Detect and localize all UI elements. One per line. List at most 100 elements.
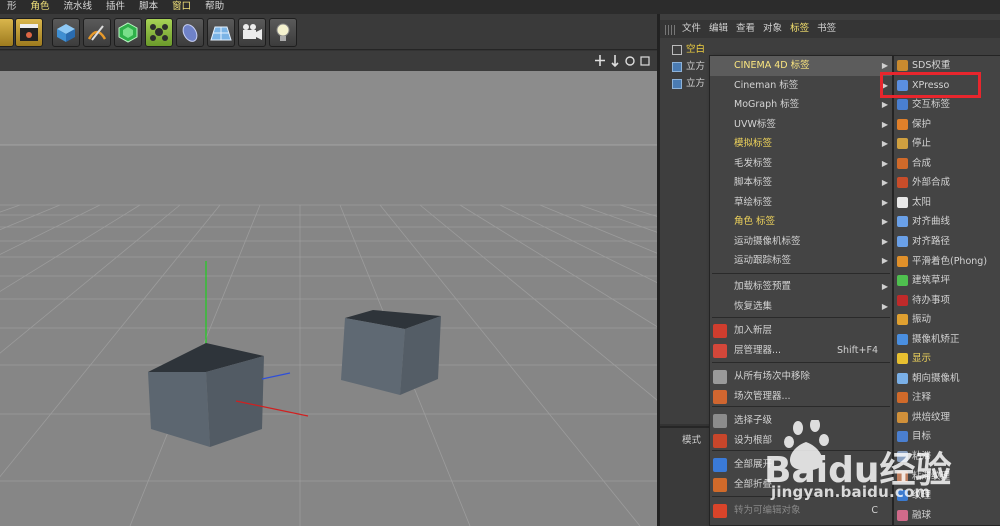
context-menu-item-label: 从所有场次中移除	[734, 371, 811, 382]
context-menu-item[interactable]: 运动跟踪标签 ▶	[710, 251, 892, 271]
camera-calibration-icon	[897, 333, 908, 345]
context-menu-item[interactable]: 模拟标签 ▶	[710, 134, 892, 154]
context-menu-item[interactable]: 从所有场次中移除	[710, 367, 892, 387]
tree-item-cube-1[interactable]: 立方	[672, 58, 705, 76]
context-menu-item[interactable]: UVW标签 ▶	[710, 115, 892, 135]
cube-icon	[57, 24, 75, 42]
om-menu-tags[interactable]: 标签	[786, 20, 813, 38]
submenu-item[interactable]: 朝向摄像机	[894, 369, 1000, 389]
submenu-item[interactable]: 交互标签	[894, 95, 1000, 115]
menu-item-script[interactable]: 脚本	[132, 0, 165, 14]
submenu-item-label: 对齐曲线	[912, 216, 951, 228]
tree-item-null[interactable]: 空白	[672, 41, 705, 59]
context-menu-item[interactable]: 运动摄像机标签 ▶	[710, 232, 892, 252]
context-menu-item[interactable]: 层管理器... Shift+F4	[710, 341, 892, 361]
submenu-item[interactable]: 待办事项	[894, 291, 1000, 311]
context-menu-item-label: 草绘标签	[734, 196, 773, 208]
mograph-cloner-button[interactable]	[145, 18, 173, 47]
tree-item-label: 立方	[686, 61, 706, 72]
move-view-icon[interactable]	[594, 54, 606, 67]
context-menu-item[interactable]: 角色 标签 ▶	[710, 212, 892, 232]
submenu-item[interactable]: 平滑着色(Phong)	[894, 252, 1000, 272]
context-menu-item[interactable]: 脚本标签 ▶	[710, 173, 892, 193]
submenu-item[interactable]: 注释	[894, 388, 1000, 408]
om-menu-view[interactable]: 查看	[732, 20, 759, 38]
sun-icon	[897, 196, 908, 208]
context-menu-item[interactable]: 加入新层	[710, 321, 892, 341]
maximize-view-icon[interactable]	[639, 54, 651, 67]
rotate-view-icon[interactable]	[624, 54, 636, 67]
context-menu-item[interactable]: 恢复选集 ▶	[710, 297, 892, 317]
layer-manager-icon	[713, 343, 727, 358]
context-menu-item[interactable]: 场次管理器...	[710, 387, 892, 407]
menu-item-shape[interactable]: 形	[0, 0, 24, 14]
context-menu-item[interactable]: Cineman 标签 ▶	[710, 76, 892, 96]
menu-item-help[interactable]: 帮助	[198, 0, 231, 14]
submenu-item[interactable]: 保护	[894, 115, 1000, 135]
submenu-item[interactable]: 摄像机矫正	[894, 330, 1000, 350]
zoom-view-icon[interactable]	[609, 54, 621, 68]
submenu-arrow-icon: ▶	[881, 256, 888, 265]
menu-item-window[interactable]: 窗口	[165, 0, 198, 14]
submenu-item-label: 建筑草坪	[912, 275, 951, 287]
context-menu-item[interactable]: 毛发标签 ▶	[710, 154, 892, 174]
menu-item-pipeline[interactable]: 流水线	[57, 0, 100, 14]
render-button[interactable]	[15, 18, 43, 47]
submenu-item-label: 摄像机矫正	[912, 333, 960, 345]
context-menu-item-label: CINEMA 4D 标签	[734, 60, 810, 71]
om-menu-file[interactable]: 文件	[678, 20, 705, 38]
deformer-icon	[182, 24, 198, 42]
3d-viewport[interactable]	[0, 51, 657, 526]
deformer-button[interactable]	[176, 18, 204, 47]
submenu-item[interactable]: 对齐曲线	[894, 212, 1000, 232]
submenu-item-label: 显示	[912, 353, 932, 365]
context-menu-item[interactable]: MoGraph 标签 ▶	[710, 95, 892, 115]
context-menu-item[interactable]: 草绘标签 ▶	[710, 193, 892, 213]
menu-separator	[712, 362, 890, 363]
submenu-item[interactable]: 合成	[894, 154, 1000, 174]
make-editable-icon	[713, 504, 727, 518]
menu-item-plugins[interactable]: 插件	[99, 0, 132, 14]
submenu-item[interactable]: 对齐路径	[894, 232, 1000, 252]
context-menu-item-label: 脚本标签	[734, 177, 773, 188]
submenu-item[interactable]: 停止	[894, 134, 1000, 154]
tree-item-cube-2[interactable]: 立方	[672, 75, 705, 93]
render-view-button[interactable]	[0, 18, 14, 47]
menu-item-character[interactable]: 角色	[24, 0, 57, 14]
om-menu-bookmarks[interactable]: 书签	[813, 20, 840, 38]
submenu-item[interactable]: 建筑草坪	[894, 271, 1000, 291]
collapse-all-icon	[713, 477, 727, 492]
context-menu-item-label: 恢复选集	[734, 300, 773, 312]
om-menu-objects[interactable]: 对象	[759, 20, 786, 38]
submenu-item-label: SDS权重	[912, 60, 951, 71]
om-menu-edit[interactable]: 编辑	[705, 20, 732, 38]
remove-from-takes-icon	[713, 370, 727, 384]
camera-button[interactable]	[238, 18, 266, 47]
submenu-item[interactable]: 太阳	[894, 193, 1000, 213]
submenu-item[interactable]: 显示	[894, 349, 1000, 369]
submenu-item[interactable]: 振动	[894, 310, 1000, 330]
submenu-item[interactable]: 融球	[894, 506, 1000, 526]
add-cube-button[interactable]	[52, 18, 80, 47]
display-icon	[897, 353, 908, 365]
clapper-icon	[20, 24, 38, 41]
context-menu-item-label: UVW标签	[734, 118, 776, 130]
light-button[interactable]	[269, 18, 297, 47]
cube-right[interactable]	[341, 310, 441, 395]
floor-grid-icon	[210, 26, 232, 41]
context-menu-item-label: 运动摄像机标签	[734, 235, 801, 247]
panel-grip-icon[interactable]	[665, 25, 675, 35]
context-menu-item[interactable]: CINEMA 4D 标签 ▶	[710, 56, 892, 76]
attributes-mode-tab[interactable]: 模式	[682, 432, 701, 446]
context-menu-item[interactable]: 加载标签预置 ▶	[710, 277, 892, 297]
submenu-item[interactable]: 外部合成	[894, 173, 1000, 193]
submenu-item-label: 对齐路径	[912, 235, 951, 247]
submenu-arrow-icon: ▶	[881, 301, 888, 311]
submenu-arrow-icon: ▶	[881, 119, 888, 129]
add-pen-button[interactable]	[83, 18, 111, 47]
watermark-url: jingyan.baidu.com	[771, 483, 931, 501]
architectural-grass-icon	[897, 275, 908, 287]
subdivision-button[interactable]	[114, 18, 142, 47]
context-menu-item[interactable]: 转为可编辑对象 C	[710, 501, 892, 521]
floor-button[interactable]	[207, 18, 235, 47]
